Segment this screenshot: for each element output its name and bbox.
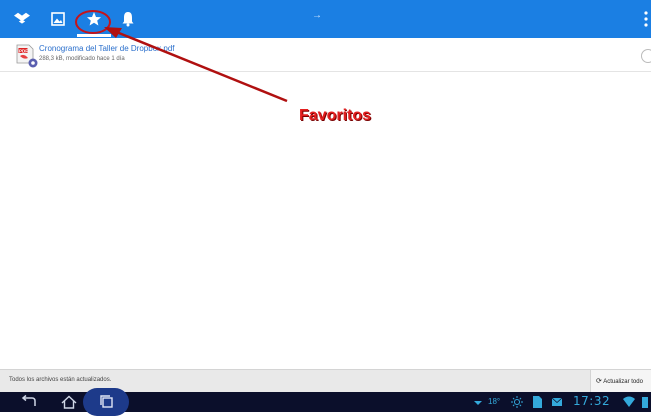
photos-icon[interactable] [48, 9, 68, 29]
overflow-menu-icon[interactable] [643, 10, 649, 28]
wifi-icon [623, 396, 635, 407]
top-center-glyph: → [312, 10, 322, 21]
dropbox-icon[interactable] [12, 9, 32, 29]
refresh-icon: ⟳ [596, 378, 602, 385]
file-list-item[interactable]: PDF Cronograma del Taller de Dropbox.pdf… [0, 38, 651, 72]
back-icon[interactable] [20, 394, 38, 410]
download-icon [474, 401, 482, 405]
weather-sun-icon [511, 396, 523, 408]
top-action-bar: → [0, 0, 651, 38]
svg-text:PDF: PDF [19, 48, 28, 53]
annotation-label: Favoritos [299, 107, 372, 124]
bell-icon[interactable] [118, 9, 138, 29]
clock: 17:32 [573, 394, 611, 408]
file-name[interactable]: Cronograma del Taller de Dropbox.pdf [39, 44, 174, 53]
system-navigation-bar: 18° 17:32 [0, 388, 651, 416]
star-icon[interactable] [84, 9, 104, 29]
refresh-all-label: ⟳ Actualizar todo [596, 377, 643, 385]
refresh-all-text: Actualizar todo [603, 379, 643, 385]
home-icon[interactable] [60, 394, 78, 410]
file-meta: 288,3 kB, modificado hace 1 día [39, 56, 125, 62]
chevron-down-icon[interactable] [641, 49, 651, 63]
selected-tab-indicator [77, 34, 111, 37]
mail-icon [551, 397, 563, 406]
file-notification-icon [533, 396, 542, 408]
recent-apps-icon [100, 395, 113, 408]
pdf-file-icon: PDF [16, 44, 38, 68]
sync-status-text: Todos los archivos están actualizados. [9, 377, 112, 383]
battery-icon [642, 397, 648, 408]
temperature: 18° [488, 397, 501, 406]
refresh-all-button[interactable]: ⟳ Actualizar todo [590, 370, 651, 393]
